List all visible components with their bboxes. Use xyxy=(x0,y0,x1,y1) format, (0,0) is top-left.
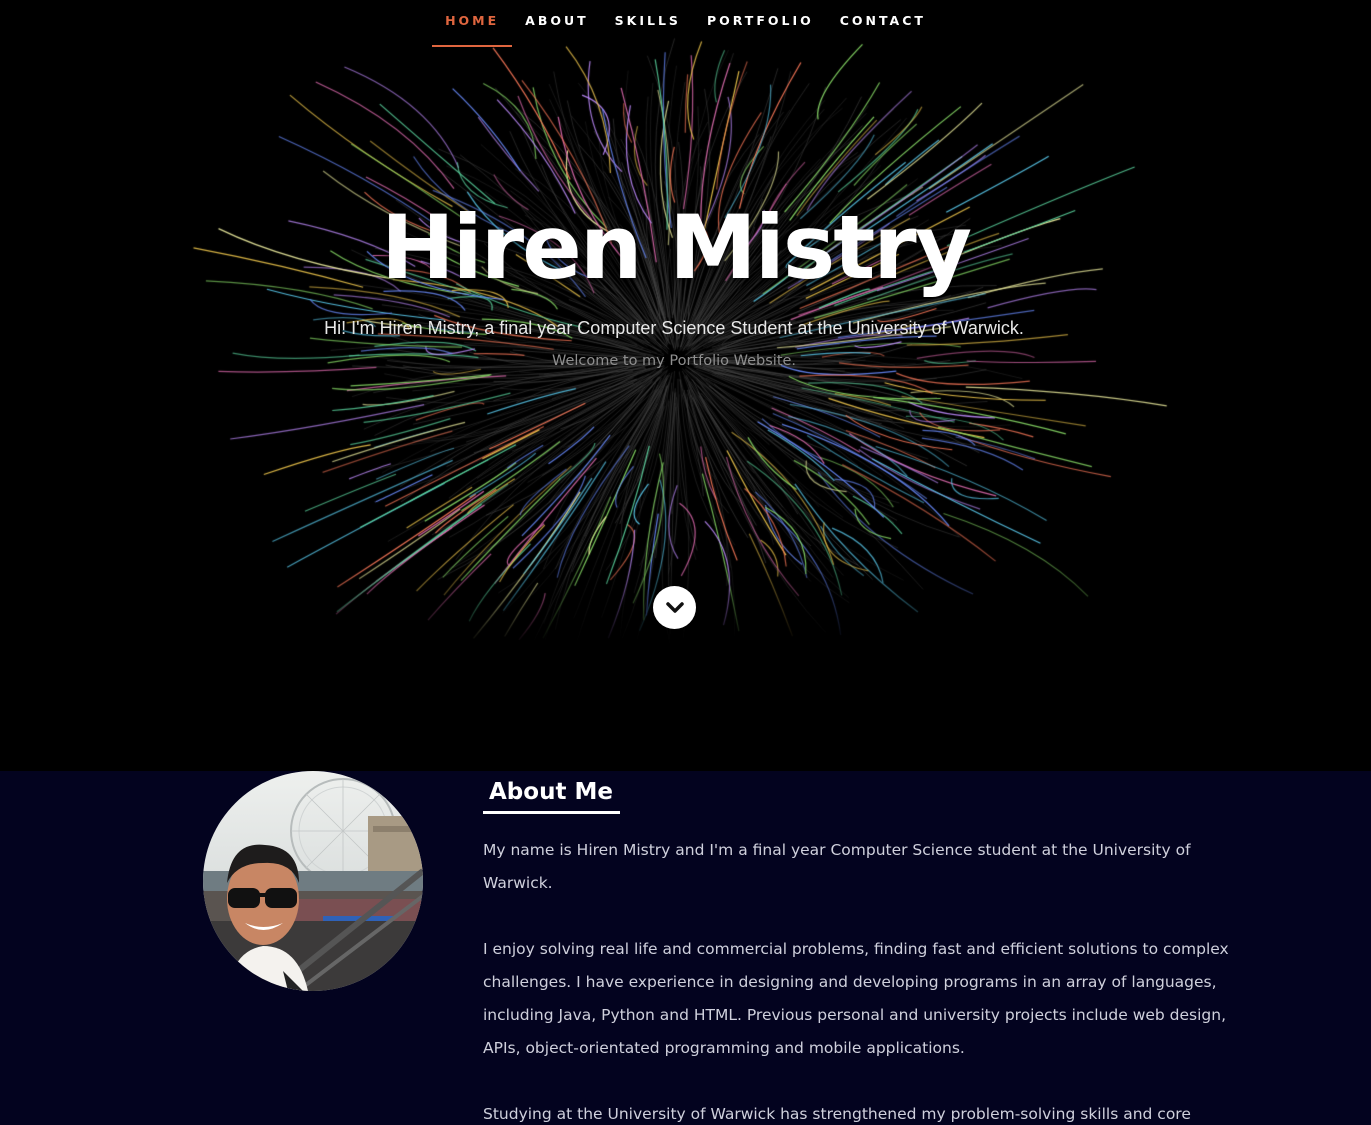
nav-portfolio[interactable]: PORTFOLIO xyxy=(694,0,827,47)
avatar xyxy=(203,771,423,991)
hero-section: Hiren Mistry Hi! I'm Hiren Mistry, a fin… xyxy=(0,0,1371,771)
nav-skills[interactable]: SKILLS xyxy=(602,0,694,47)
hero-welcome: Welcome to my Portfolio Website. xyxy=(551,353,797,369)
about-heading: About Me xyxy=(483,779,620,814)
hero-intro: Hi! I'm Hiren Mistry, a final year Compu… xyxy=(324,318,1024,338)
particle-burst-background xyxy=(0,0,1371,771)
about-paragraph-1: My name is Hiren Mistry and I'm a final … xyxy=(483,841,1191,892)
nav-about[interactable]: ABOUT xyxy=(512,0,602,47)
about-section: About Me My name is Hiren Mistry and I'm… xyxy=(0,771,1371,1125)
main-nav: HOME ABOUT SKILLS PORTFOLIO CONTACT xyxy=(0,0,1371,48)
nav-contact[interactable]: CONTACT xyxy=(827,0,939,47)
about-text: My name is Hiren Mistry and I'm a final … xyxy=(483,834,1233,1125)
profile-photo xyxy=(203,771,423,991)
nav-home[interactable]: HOME xyxy=(432,0,513,47)
scroll-down-button[interactable] xyxy=(653,586,696,629)
about-paragraph-2: I enjoy solving real life and commercial… xyxy=(483,940,1229,1057)
chevron-down-icon xyxy=(665,601,684,613)
about-paragraph-3: Studying at the University of Warwick ha… xyxy=(483,1105,1191,1123)
hero-title: Hiren Mistry xyxy=(380,196,972,299)
